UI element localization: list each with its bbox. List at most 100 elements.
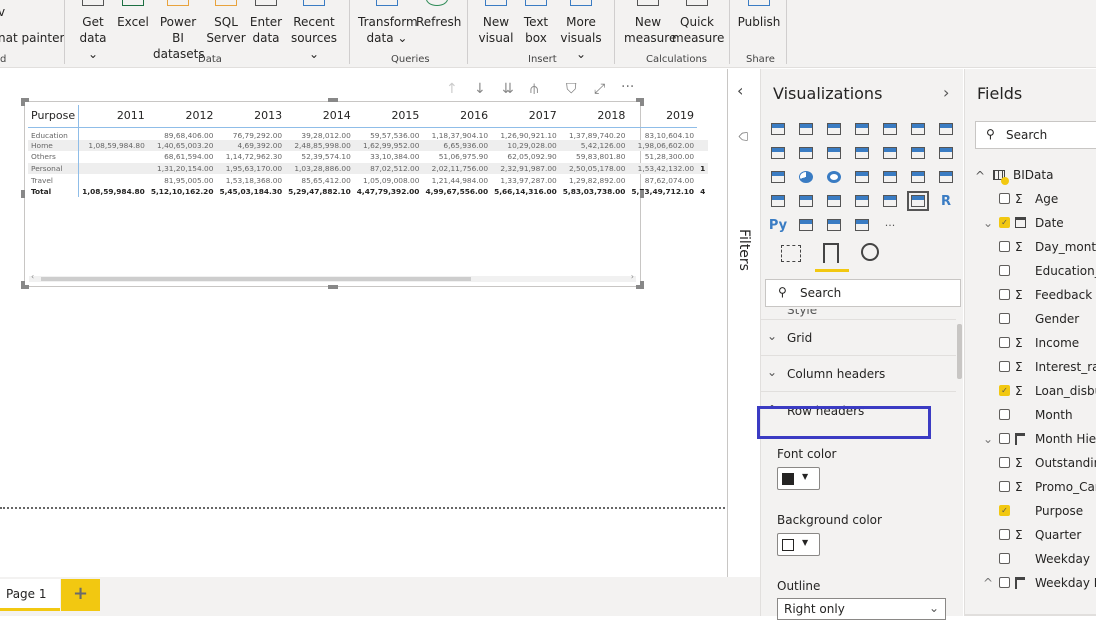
stacked-area-icon[interactable]	[797, 145, 815, 161]
font-color-picker[interactable]: ▼	[777, 467, 820, 490]
field-item[interactable]: Weekday	[965, 549, 1096, 569]
key-influencers-icon[interactable]	[797, 217, 815, 233]
matrix-icon[interactable]	[907, 191, 929, 211]
qa-visual-icon[interactable]	[853, 217, 871, 233]
matrix-cell[interactable]: 81,95,005.00	[148, 174, 217, 186]
field-item[interactable]: Σ Feedback	[965, 285, 1096, 305]
matrix-cell[interactable]: 1,53,42,132.00	[628, 162, 698, 175]
drill-down-icon[interactable]: ↓	[474, 81, 486, 97]
kpi-icon[interactable]	[825, 193, 843, 209]
matrix-cell[interactable]: 51,28,300.00	[628, 151, 697, 163]
enter-data-button[interactable]: Enter data	[249, 0, 283, 46]
area-chart-icon[interactable]	[769, 145, 787, 161]
funnel-icon[interactable]	[937, 145, 955, 161]
field-item[interactable]: Σ Income	[965, 333, 1096, 353]
scrollbar-thumb[interactable]	[41, 277, 471, 281]
fields-tab-icon[interactable]	[781, 245, 801, 262]
matrix-cell[interactable]: 76,79,292.00	[216, 127, 285, 140]
resize-handle[interactable]	[640, 281, 644, 289]
matrix-cell[interactable]: 10,29,028.00	[491, 139, 560, 152]
more-visuals-icon[interactable]: ···	[881, 217, 899, 233]
drill-up-icon[interactable]: ↑	[446, 81, 458, 97]
field-item[interactable]: Σ Promo_Cam	[965, 477, 1096, 497]
field-item[interactable]: Σ Outstanding	[965, 453, 1096, 473]
more-visuals-button[interactable]: More visuals ⌄	[556, 0, 606, 62]
waterfall-icon[interactable]	[909, 145, 927, 161]
field-checkbox[interactable]	[999, 553, 1010, 564]
resize-handle[interactable]	[640, 98, 644, 106]
row-header-title[interactable]: Purpose	[28, 105, 80, 128]
python-visual-icon[interactable]: Py	[769, 217, 787, 233]
ribbon-chart-icon[interactable]	[881, 145, 899, 161]
row-header[interactable]: Others	[28, 151, 80, 163]
field-checkbox[interactable]	[999, 481, 1010, 492]
filters-pane[interactable]: ‹ ⛉ Filters	[728, 69, 759, 577]
column-header[interactable]: 2011	[78, 105, 148, 128]
matrix-cell[interactable]	[78, 162, 148, 175]
filter-icon[interactable]: ⛉	[566, 81, 577, 97]
matrix-cell[interactable]: 1,18,37,904.10	[422, 127, 491, 140]
field-item[interactable]: Month	[965, 405, 1096, 425]
pane-scrollbar[interactable]	[957, 324, 962, 379]
publish-button[interactable]: Publish	[736, 0, 782, 30]
recent-sources-button[interactable]: Recent sources ⌄	[286, 0, 342, 62]
matrix-cell[interactable]: 1,40,65,003.20	[147, 139, 217, 152]
r-visual-icon[interactable]: R	[937, 193, 955, 209]
matrix-cell[interactable]	[79, 151, 148, 163]
field-item[interactable]: ✓ Purpose	[965, 501, 1096, 521]
treemap-icon[interactable]	[853, 169, 871, 185]
matrix-cell[interactable]: 5,83,03,738.00	[560, 186, 629, 198]
quick-measure-button[interactable]: Quick measure	[672, 0, 724, 46]
field-checkbox[interactable]	[999, 529, 1010, 540]
more-options-icon[interactable]: ···	[621, 79, 634, 95]
resize-handle[interactable]	[640, 190, 644, 198]
matrix-cell[interactable]: 59,83,801.80	[560, 151, 629, 163]
matrix-cell[interactable]: 5,42,126.00	[559, 139, 629, 152]
matrix-cell[interactable]	[79, 174, 148, 186]
map-icon[interactable]	[881, 169, 899, 185]
analytics-magnifier-icon[interactable]	[861, 243, 879, 261]
matrix-cell[interactable]: 89,68,406.00	[148, 127, 217, 140]
matrix-cell[interactable]: 2,32,91,987.00	[491, 162, 560, 175]
outline-dropdown[interactable]: Right only ⌄	[777, 598, 946, 620]
collapse-icon[interactable]: ‹	[737, 81, 743, 100]
card-icon[interactable]	[769, 193, 787, 209]
row-header[interactable]: Total	[28, 185, 80, 198]
matrix-cell[interactable]: 33,10,384.00	[354, 151, 423, 163]
pie-icon[interactable]	[797, 169, 815, 185]
resize-handle[interactable]	[328, 285, 338, 289]
field-item[interactable]: Σ Interest_rate	[965, 357, 1096, 377]
matrix-cell[interactable]: 51,06,975.90	[422, 151, 491, 163]
100-stacked-column-icon[interactable]	[909, 121, 927, 137]
matrix-cell[interactable]: 2,02,11,756.00	[422, 162, 492, 175]
field-checkbox[interactable]	[999, 265, 1010, 276]
field-checkbox[interactable]	[999, 361, 1010, 372]
matrix-cell[interactable]: 39,28,012.00	[285, 127, 354, 140]
expand-hierarchy-icon[interactable]: ⫛	[530, 81, 538, 97]
next-level-icon[interactable]: ⇊	[502, 81, 514, 97]
stacked-bar-icon[interactable]	[769, 121, 787, 137]
field-checkbox[interactable]	[999, 457, 1010, 468]
slicer-icon[interactable]	[853, 193, 871, 209]
column-header[interactable]: 2013	[216, 105, 286, 128]
scroll-right-icon[interactable]: ›	[631, 272, 634, 281]
field-checkbox[interactable]	[999, 433, 1010, 444]
new-measure-button[interactable]: New measure	[624, 0, 676, 46]
matrix-cell[interactable]: 87,62,074.00	[628, 174, 697, 186]
scatter-icon[interactable]	[769, 169, 787, 185]
field-item[interactable]: Σ Age	[965, 189, 1096, 209]
resize-handle[interactable]	[328, 98, 338, 102]
resize-handle[interactable]	[21, 98, 25, 106]
matrix-cell[interactable]: 6,65,936.00	[422, 139, 492, 152]
page-tab-1[interactable]: Page 1	[0, 579, 60, 611]
column-header[interactable]: 2018	[559, 105, 629, 128]
decomposition-tree-icon[interactable]	[825, 217, 843, 233]
text-box-button[interactable]: Text box	[520, 0, 552, 46]
matrix-cell[interactable]: 2,48,85,998.00	[285, 139, 354, 152]
matrix-cell[interactable]: 1,33,97,287.00	[491, 174, 560, 186]
column-header[interactable]: 2017	[491, 105, 560, 128]
stacked-column-icon[interactable]	[797, 121, 815, 137]
matrix-cell[interactable]: 1,62,99,952.00	[353, 139, 423, 152]
matrix-cell[interactable]: 83,10,604.10	[628, 127, 697, 140]
column-header[interactable]: 2012	[147, 105, 217, 128]
